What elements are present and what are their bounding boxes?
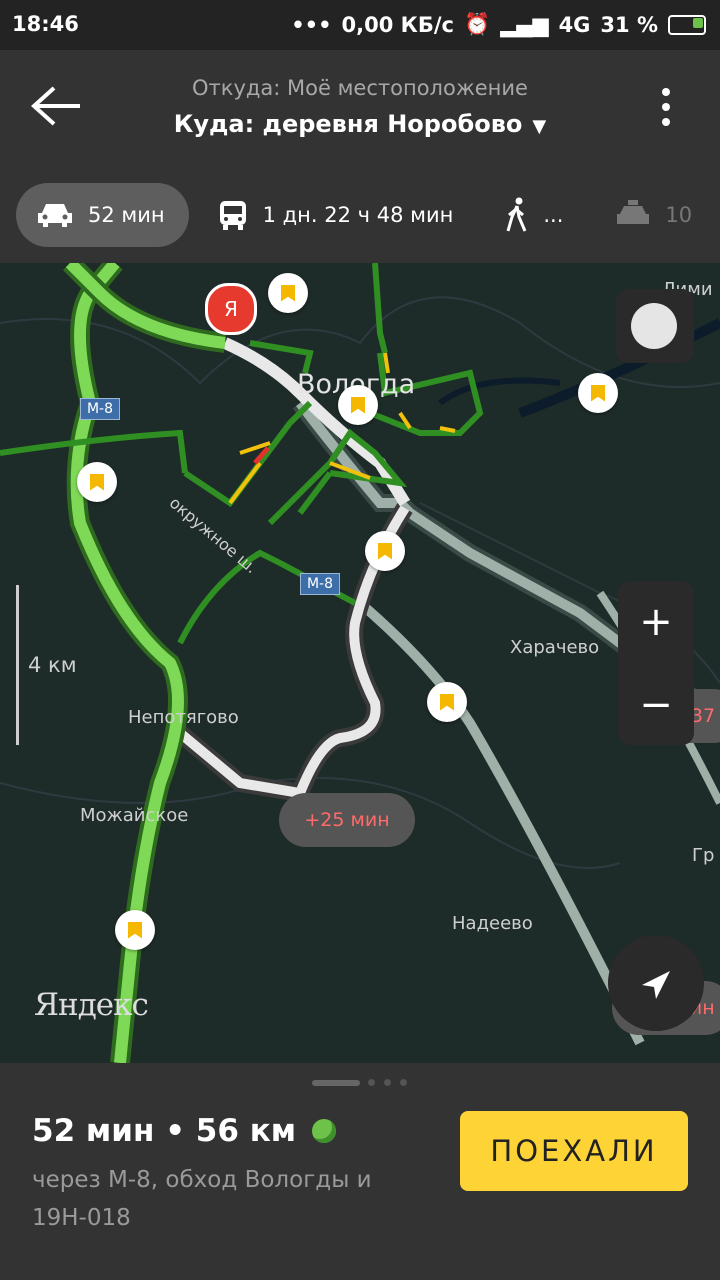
yandex-logo: Яндекс (34, 987, 149, 1023)
mode-walk[interactable]: ... (485, 183, 587, 247)
status-bar: 18:46 ••• 0,00 КБ/с ⏰ ▂▄▆ 4G 31 % (0, 0, 720, 50)
zoom-in-button[interactable]: + (618, 589, 694, 655)
network-type: 4G (558, 12, 591, 37)
delay-badge[interactable]: +25 мин (279, 793, 415, 847)
route-summary-panel: 52 мин • 56 км через М-8, обход Вологды … (0, 1063, 720, 1280)
place-label: Гр (692, 845, 715, 866)
mode-walk-time: ... (543, 203, 564, 227)
start-marker-label: Я (224, 297, 238, 321)
scale-bar (16, 585, 19, 745)
page-dot (384, 1079, 391, 1086)
road-shield: М-8 (300, 573, 340, 595)
route-via: через М-8, обход Вологды и 19Н-018 (32, 1167, 372, 1231)
traffic-status-icon (312, 1119, 337, 1143)
route-header: Откуда: Моё местоположение Куда: деревня… (0, 50, 720, 263)
place-label: Харачево (510, 637, 600, 658)
from-location[interactable]: Откуда: Моё местоположение (0, 76, 720, 100)
alarm-icon: ⏰ (463, 12, 491, 36)
status-icons: ••• 0,00 КБ/с ⏰ ▂▄▆ 4G 31 % (291, 12, 706, 37)
road-shield: М-8 (80, 398, 120, 420)
mode-taxi[interactable]: 10 (595, 183, 716, 247)
mode-car-time: 52 мин (88, 203, 165, 227)
locate-me-button[interactable] (608, 935, 704, 1031)
place-label: Непотягово (128, 707, 239, 728)
more-dots-icon: ••• (291, 12, 332, 37)
go-button[interactable]: ПОЕХАЛИ (460, 1111, 688, 1191)
to-location[interactable]: Куда: деревня Норобово ▼ (0, 110, 720, 138)
scale-label: 4 км (28, 653, 77, 677)
battery-icon (668, 14, 706, 35)
overflow-menu-icon[interactable] (660, 88, 672, 128)
page-dot (400, 1079, 407, 1086)
mode-car[interactable]: 52 мин (16, 183, 189, 247)
network-speed: 0,00 КБ/с (341, 12, 454, 37)
layers-button[interactable] (616, 289, 694, 363)
walk-icon (506, 197, 527, 232)
route-summary: 52 мин • 56 км (32, 1113, 337, 1149)
mode-transit[interactable]: 1 дн. 22 ч 48 мин (197, 183, 478, 247)
mode-taxi-time: 10 (665, 203, 693, 227)
bookmark-pin[interactable] (115, 910, 155, 950)
mode-transit-time: 1 дн. 22 ч 48 мин (262, 203, 454, 227)
taxi-icon (617, 200, 650, 224)
route-time-distance: 52 мин • 56 км (32, 1113, 297, 1149)
transport-modes: 52 мин 1 дн. 22 ч 48 мин ... 10 (16, 183, 720, 247)
layers-icon (631, 303, 677, 349)
bookmark-pin[interactable] (77, 462, 117, 502)
bookmark-pin[interactable] (338, 385, 378, 425)
start-marker: Я (205, 283, 257, 335)
place-label: Можайское (80, 805, 189, 826)
chevron-down-icon: ▼ (532, 116, 547, 137)
status-time: 18:46 (12, 12, 79, 36)
bookmark-pin[interactable] (427, 682, 467, 722)
drag-handle[interactable] (312, 1080, 360, 1086)
navigation-arrow-icon (642, 971, 670, 999)
car-icon (38, 204, 72, 227)
zoom-out-button[interactable]: − (618, 677, 694, 743)
signal-icon: ▂▄▆ (500, 12, 549, 37)
bookmark-pin[interactable] (268, 273, 308, 313)
bookmark-pin[interactable] (578, 373, 618, 413)
bus-icon (219, 201, 246, 230)
bookmark-pin[interactable] (365, 531, 405, 571)
map-view[interactable]: Лими Вологда Харачево Непотягово Можайск… (0, 263, 720, 1063)
zoom-controls: + − (618, 581, 694, 745)
battery-level: 31 % (600, 12, 658, 37)
page-dot (368, 1079, 375, 1086)
destination-label: Куда: деревня Норобово (173, 110, 523, 138)
place-label: Надеево (452, 913, 533, 934)
